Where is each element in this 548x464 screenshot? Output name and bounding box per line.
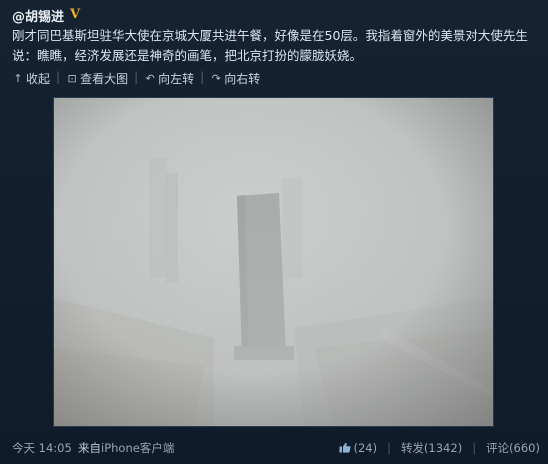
author-name[interactable]: @胡锡进 (12, 6, 64, 25)
divider: | (472, 441, 477, 455)
post-time[interactable]: 今天 14:05 (12, 440, 72, 456)
post-text: 刚才同巴基斯坦驻华大使在京城大厦共进午餐，好像是在50层。我指着窗外的美景对大使… (12, 28, 528, 63)
post-stats: (24) | 转发(1342) | 评论(660) (339, 440, 540, 456)
post-source: 来自iPhone客户端 (78, 440, 174, 456)
divider: | (56, 70, 61, 84)
comment-button[interactable]: 评论(660) (486, 440, 540, 456)
view-large-label: 查看大图 (80, 72, 129, 86)
rotate-right-label: 向右转 (224, 72, 261, 86)
source-link[interactable]: iPhone客户端 (101, 441, 174, 455)
like-count: (24) (353, 441, 378, 455)
weibo-post-card: @胡锡进 V 刚才同巴基斯坦驻华大使在京城大厦共进午餐，好像是在50层。我指着窗… (0, 0, 548, 464)
image-actions: ↑ 收起 | ⊡ 查看大图 | ↶ 向左转 | ↷ 向右转 (12, 70, 274, 87)
collapse-button[interactable]: ↑ 收起 (12, 70, 50, 87)
post-image[interactable] (53, 97, 494, 427)
like-button[interactable]: (24) (339, 441, 377, 455)
rotate-left-label: 向左转 (158, 72, 195, 86)
repost-button[interactable]: 转发(1342) (401, 440, 462, 456)
post-footer: 今天 14:05 来自iPhone客户端 (24) | 转发(1342) | 评… (12, 440, 540, 456)
view-large-button[interactable]: ⊡ 查看大图 (66, 70, 128, 87)
verified-badge-icon[interactable]: V (68, 8, 82, 22)
rotate-left-button[interactable]: ↶ 向左转 (144, 70, 195, 87)
rotate-left-icon: ↶ (145, 72, 155, 85)
zoom-icon: ⊡ (67, 72, 77, 85)
thumbs-up-icon (339, 442, 351, 453)
collapse-icon: ↑ (13, 72, 23, 85)
source-prefix: 来自 (78, 441, 101, 455)
collapse-label: 收起 (26, 72, 51, 86)
rotate-right-icon: ↷ (211, 72, 221, 85)
smog-cityscape-image (54, 98, 493, 426)
divider: | (387, 441, 391, 455)
divider: | (200, 70, 205, 84)
divider: | (134, 70, 139, 84)
rotate-right-button[interactable]: ↷ 向右转 (210, 70, 261, 87)
author-row: @胡锡进 V (12, 6, 82, 25)
